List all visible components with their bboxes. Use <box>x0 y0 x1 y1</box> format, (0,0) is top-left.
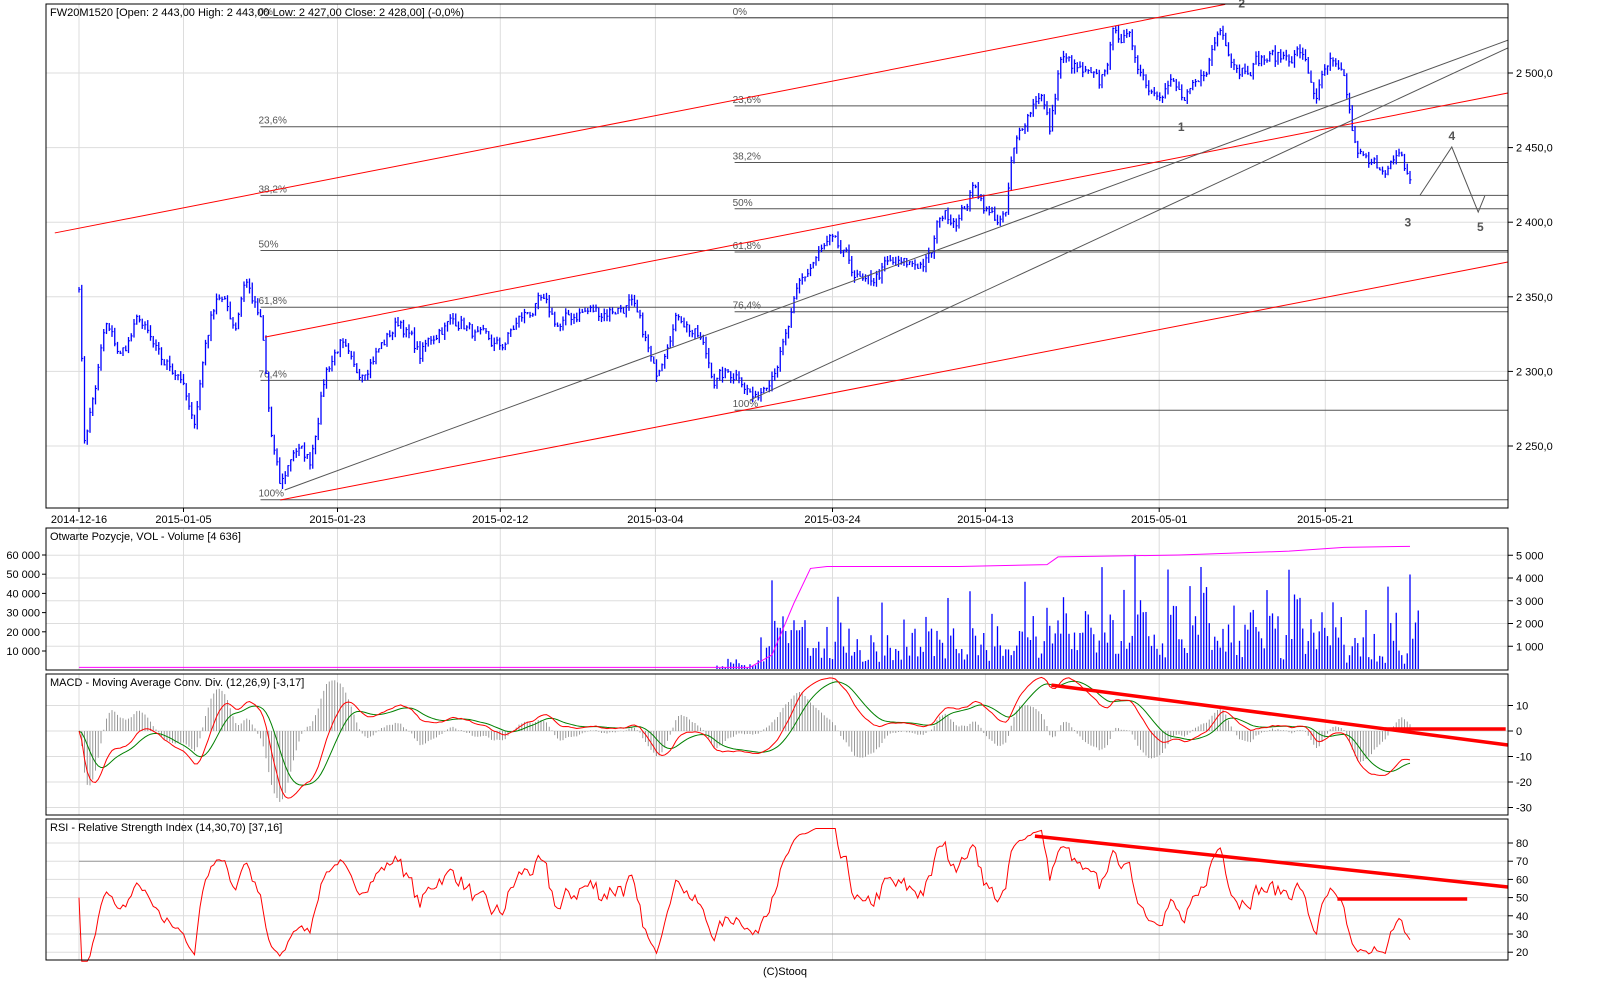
macd-title: MACD - Moving Average Conv. Div. (12,26,… <box>50 677 304 689</box>
date-tick-label: 2015-02-12 <box>472 514 528 526</box>
date-tick-label: 2015-03-04 <box>627 514 683 526</box>
rsi-tick-label: 40 <box>1516 911 1528 923</box>
panel-background <box>46 674 1508 815</box>
volume-tick-label: 2 000 <box>1516 619 1544 631</box>
fibonacci-level-label: 50% <box>733 198 753 209</box>
macd-tick-label: 0 <box>1516 726 1522 738</box>
macd-tick-label: 10 <box>1516 701 1528 713</box>
rsi-tick-label: 50 <box>1516 893 1528 905</box>
rsi-title: RSI - Relative Strength Index (14,30,70)… <box>50 822 282 834</box>
volume-title: Otwarte Pozycje, VOL - Volume [4 636] <box>50 531 241 543</box>
open-interest-tick-label: 10 000 <box>6 646 40 658</box>
rsi-tick-label: 30 <box>1516 929 1528 941</box>
fibonacci-level-label: 23,6% <box>259 116 287 127</box>
open-interest-tick-label: 50 000 <box>6 569 40 581</box>
price-tick-label: 2 300,0 <box>1516 366 1553 378</box>
macd-tick-label: -10 <box>1516 752 1532 764</box>
elliott-wave-label: 1 <box>1178 120 1185 134</box>
rsi-panel: 20 30 40 50 60 70 80 <box>45 818 1528 962</box>
price-tick-label: 2 400,0 <box>1516 217 1553 229</box>
date-tick-label: 2015-05-21 <box>1297 514 1353 526</box>
fibonacci-level-label: 0% <box>733 7 748 18</box>
price-tick-label: 2 250,0 <box>1516 441 1553 453</box>
price-tick-label: 2 350,0 <box>1516 292 1553 304</box>
open-interest-tick-label: 40 000 <box>6 588 40 600</box>
date-tick-label: 2015-03-24 <box>804 514 860 526</box>
panel-background <box>46 4 1508 508</box>
date-tick-label: 2014-12-16 <box>51 514 107 526</box>
fibonacci-level-label: 38,2% <box>733 152 761 163</box>
open-interest-tick-label: 60 000 <box>6 550 40 562</box>
macd-tick-label: -30 <box>1516 803 1532 815</box>
volume-tick-label: 3 000 <box>1516 596 1544 608</box>
fibonacci-level-label: 50% <box>259 240 279 251</box>
price-tick-label: 2 450,0 <box>1516 143 1553 155</box>
fibonacci-level-label: 61,8% <box>259 296 287 307</box>
price-tick-label: 2 500,0 <box>1516 68 1553 80</box>
elliott-wave-label: 4 <box>1448 129 1455 143</box>
fibonacci-level-label: 76,4% <box>733 301 761 312</box>
date-tick-label: 2015-05-01 <box>1131 514 1187 526</box>
volume-panel: 1 000 2 000 3 000 4 000 5 000 10 000 20 000 30 … <box>6 527 1544 671</box>
date-tick-label: 2015-04-13 <box>957 514 1013 526</box>
panel-background <box>46 819 1508 960</box>
fibonacci-level-label: 100% <box>259 489 285 500</box>
volume-tick-label: 4 000 <box>1516 573 1544 585</box>
footer-credit: (C)Stooq <box>763 966 807 978</box>
stooq-chart: 2 250,02 300,02 350,02 400,02 450,02 500… <box>6 0 1553 978</box>
elliott-wave-label: 5 <box>1477 220 1484 234</box>
fibonacci-level-label: 76,4% <box>259 369 287 380</box>
rsi-tick-label: 60 <box>1516 874 1528 886</box>
open-interest-tick-label: 20 000 <box>6 627 40 639</box>
elliott-wave-label: 2 <box>1238 0 1245 10</box>
volume-tick-label: 5 000 <box>1516 550 1544 562</box>
date-tick-label: 2015-01-05 <box>155 514 211 526</box>
rsi-tick-label: 70 <box>1516 856 1528 868</box>
elliott-wave-label: 3 <box>1404 216 1411 230</box>
main-title: FW20M1520 [Open: 2 443,00 High: 2 443,00… <box>50 7 464 19</box>
open-interest-tick-label: 30 000 <box>6 608 40 620</box>
macd-tick-label: -20 <box>1516 777 1532 789</box>
fibonacci-level-label: 23,6% <box>733 95 761 106</box>
macd-panel: 10 0 -10 -20 -30 <box>45 673 1532 816</box>
price-panel: 2 250,0 2 300,0 2 350,0 2 400,0 2 450,0 2 500… <box>45 0 1553 526</box>
date-tick-label: 2015-01-23 <box>309 514 365 526</box>
fibonacci-level-label: 38,2% <box>259 184 287 195</box>
volume-tick-label: 1 000 <box>1516 641 1544 653</box>
rsi-tick-label: 20 <box>1516 947 1528 959</box>
rsi-tick-label: 80 <box>1516 838 1528 850</box>
